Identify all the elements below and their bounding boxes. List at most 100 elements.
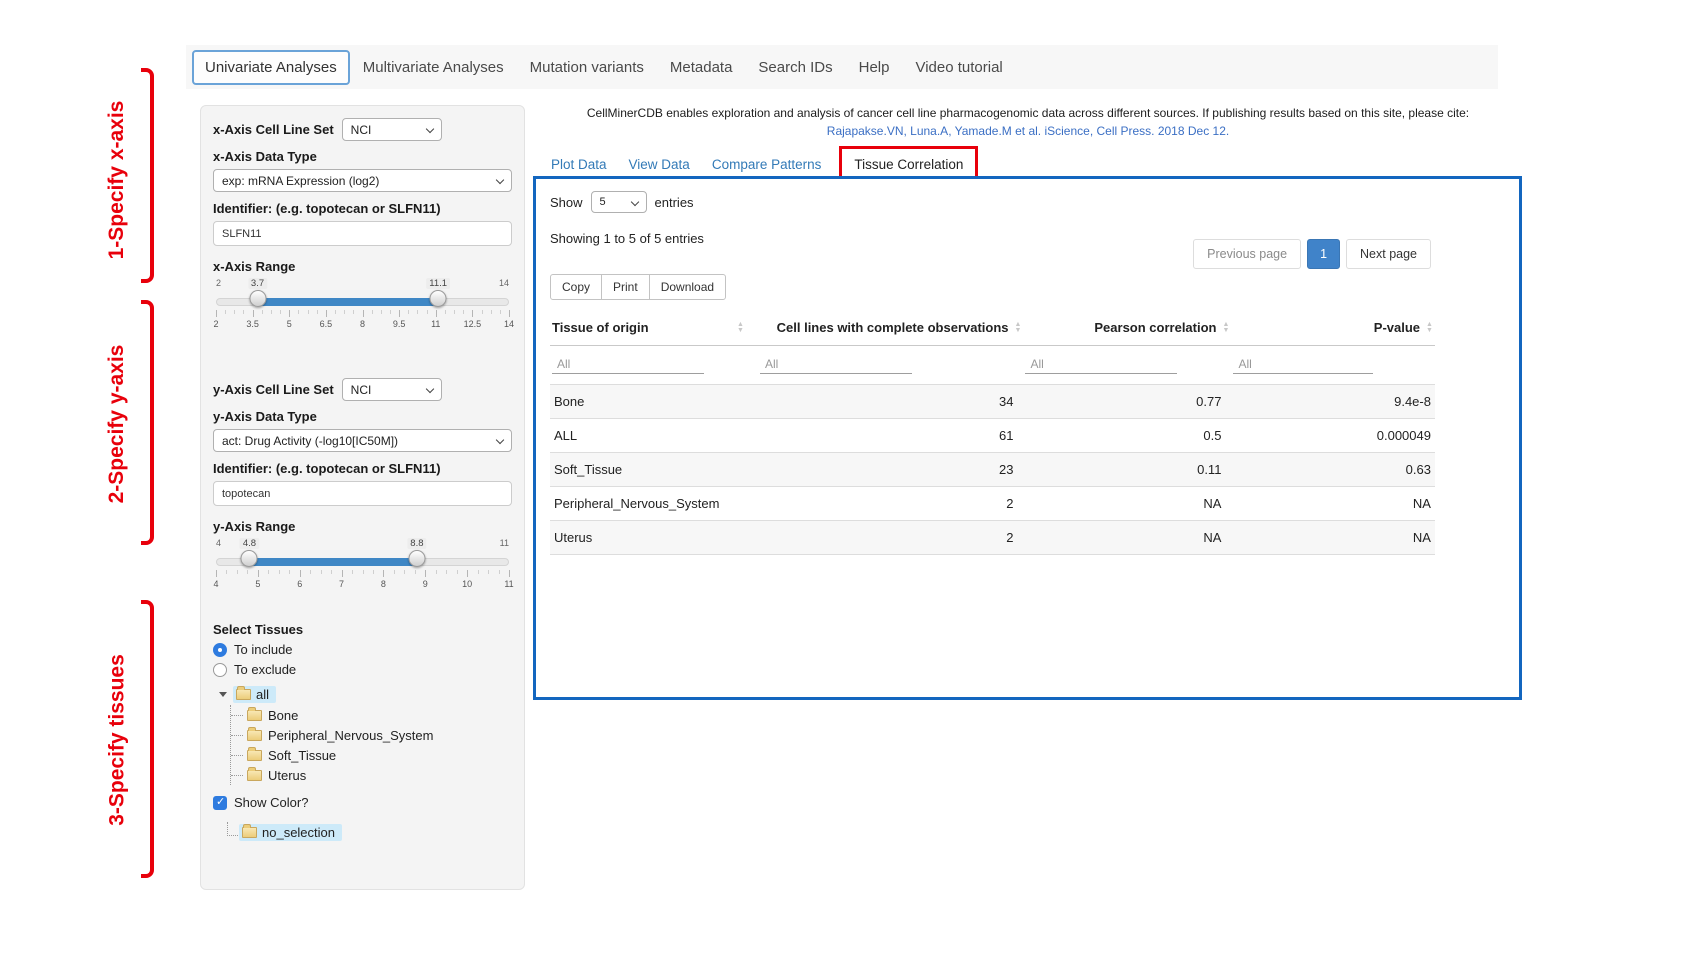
radio-to-exclude[interactable]: To exclude [213,662,512,677]
slider-from-value: 4.8 [240,538,259,549]
tree-node-all-highlight[interactable]: all [233,686,276,703]
filter-input-pearson-correlation[interactable] [1025,354,1177,374]
filter-input-p-value[interactable] [1233,354,1373,374]
to-include-label: To include [234,642,293,657]
slider-minor-tick [394,570,395,574]
slider-tick-label: 7 [339,579,344,589]
cell-tissue: Peripheral_Nervous_System [550,496,758,511]
nav-tab-univariate-analyses[interactable]: Univariate Analyses [192,50,350,85]
x-axis-data-type-select[interactable]: exp: mRNA Expression (log2) [213,169,512,192]
x-axis-cell-line-set-label: x-Axis Cell Line Set [213,122,334,137]
previous-page-button[interactable]: Previous page [1193,239,1301,269]
column-header-p-value[interactable]: P-value▲▼ [1231,320,1435,335]
next-page-button[interactable]: Next page [1346,239,1431,269]
slider-tick [509,570,510,577]
slider-handle-to[interactable] [430,290,447,307]
filter-cell [1023,354,1231,374]
btn-print[interactable]: Print [601,274,650,300]
slider-tick-label: 6 [297,579,302,589]
sort-icon[interactable]: ▲▼ [1426,322,1433,334]
tree-node-bone[interactable]: Bone [231,705,512,725]
btn-download[interactable]: Download [649,274,726,300]
slider-selected-range [258,298,439,306]
y-axis-cell-line-set-value: NCI [351,383,372,397]
slider-minor-tick [234,310,235,314]
filter-cell [550,354,758,374]
table-row-all[interactable]: ALL610.50.000049 [550,418,1435,452]
slider-tick-label: 10 [462,579,472,589]
annotation-bracket-2 [141,300,154,545]
y-axis-identifier-input[interactable] [213,481,512,506]
y-axis-range-label: y-Axis Range [213,519,512,534]
nav-tab-metadata[interactable]: Metadata [657,50,746,85]
radio-exclude-icon[interactable] [213,663,227,677]
radio-to-include[interactable]: To include [213,642,512,657]
sort-icon[interactable]: ▲▼ [1223,322,1230,334]
y-axis-data-type-select[interactable]: act: Drug Activity (-log10[IC50M]) [213,429,512,452]
tissue-tree: all BonePeripheral_Nervous_SystemSoft_Ti… [217,683,512,785]
slider-tick [436,310,437,317]
sort-icon[interactable]: ▲▼ [1015,322,1022,334]
column-header-cell-lines-with-complete-observations[interactable]: Cell lines with complete observations▲▼ [758,320,1024,335]
folder-icon [242,827,257,838]
filter-input-tissue-of-origin[interactable] [552,354,704,374]
slider-handle-from[interactable] [241,550,258,567]
tree-node-no-selection[interactable]: no_selection [225,824,512,841]
cell-value: 23 [758,462,1024,477]
x-axis-cell-line-set-value: NCI [351,123,372,137]
tree-node-no-selection-highlight[interactable]: no_selection [239,824,342,841]
citation-link[interactable]: Rajapakse.VN, Luna.A, Yamade.M et al. iS… [533,124,1523,138]
y-axis-range-slider[interactable]: 44.88.8114567891011 [216,538,509,596]
y-axis-cell-line-set-row: y-Axis Cell Line Set NCI [213,378,512,401]
table-row-uterus[interactable]: Uterus2NANA [550,520,1435,555]
slider-minor-tick [373,570,374,574]
folder-icon [247,730,262,741]
sort-icon[interactable]: ▲▼ [737,322,744,334]
page-1-button[interactable]: 1 [1307,239,1340,269]
x-axis-identifier-input[interactable] [213,221,512,246]
table-row-peripheral-nervous-system[interactable]: Peripheral_Nervous_System2NANA [550,486,1435,520]
slider-tick [342,570,343,577]
filter-cell [1231,354,1435,374]
nav-tab-search-ids[interactable]: Search IDs [745,50,845,85]
slider-handle-to[interactable] [408,550,425,567]
slider-grid: 23.556.589.51112.514 [216,310,509,334]
slider-minor-tick [237,570,238,574]
column-header-pearson-correlation[interactable]: Pearson correlation▲▼ [1023,320,1231,335]
filter-input-cell-lines-with-complete-observations[interactable] [760,354,912,374]
show-color-checkbox[interactable] [213,796,227,810]
cell-value: 9.4e-8 [1231,394,1435,409]
tree-node-soft-tissue[interactable]: Soft_Tissue [231,745,512,765]
tree-node-uterus[interactable]: Uterus [231,765,512,785]
slider-tick-label: 3.5 [246,319,259,329]
x-axis-range-slider[interactable]: 23.711.11423.556.589.51112.514 [216,278,509,336]
show-color-row[interactable]: Show Color? [213,795,512,810]
slider-minor-tick [499,570,500,574]
btn-copy[interactable]: Copy [550,274,602,300]
slider-minor-tick [491,310,492,314]
tree-node-peripheral-nervous-system[interactable]: Peripheral_Nervous_System [231,725,512,745]
slider-tick [258,570,259,577]
slider-minor-tick [331,570,332,574]
cell-tissue: Uterus [550,530,758,545]
slider-tick [509,310,510,317]
table-row-soft-tissue[interactable]: Soft_Tissue230.110.63 [550,452,1435,486]
table-row-bone[interactable]: Bone340.779.4e-8 [550,384,1435,418]
slider-handle-from[interactable] [249,290,266,307]
slider-grid: 4567891011 [216,570,509,594]
radio-include-icon[interactable] [213,643,227,657]
select-tissues-label: Select Tissues [213,622,512,637]
nav-tab-video-tutorial[interactable]: Video tutorial [902,50,1015,85]
cell-tissue: Soft_Tissue [550,462,758,477]
nav-tab-help[interactable]: Help [846,50,903,85]
slider-minor-tick [482,310,483,314]
y-axis-cell-line-set-select[interactable]: NCI [342,378,442,401]
x-axis-cell-line-set-select[interactable]: NCI [342,118,442,141]
column-header-tissue-of-origin[interactable]: Tissue of origin▲▼ [550,320,758,335]
tree-node-all[interactable]: all [217,683,512,705]
nav-tab-mutation-variants[interactable]: Mutation variants [517,50,657,85]
nav-tab-multivariate-analyses[interactable]: Multivariate Analyses [350,50,517,85]
entries-select[interactable]: 5 [591,191,647,213]
slider-tick-label: 9.5 [393,319,406,329]
tree-toggle-icon[interactable] [219,692,227,697]
